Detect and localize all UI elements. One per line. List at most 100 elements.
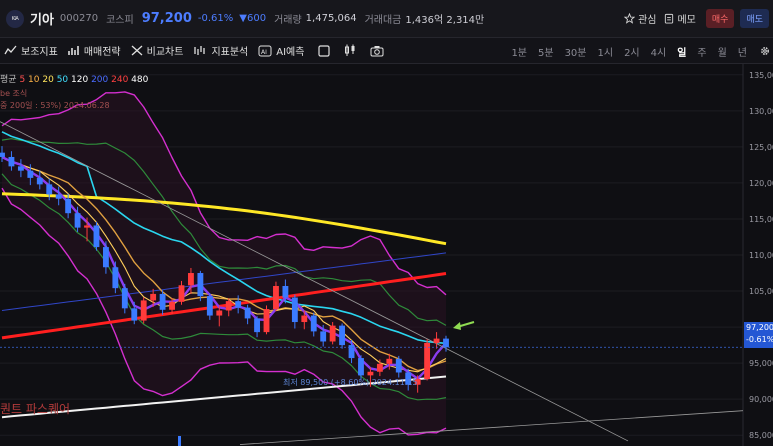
price-arrow-icon — [453, 321, 475, 330]
candle-body — [150, 293, 157, 301]
analysis-menu[interactable]: 지표분석 — [193, 43, 248, 58]
tf-4hour[interactable]: 4시 — [651, 44, 667, 59]
y-axis-label: 120,000 — [749, 179, 773, 188]
candle-body — [206, 296, 213, 316]
memo-label: 메모 — [677, 15, 696, 26]
watch-button[interactable]: 관심 — [624, 11, 656, 26]
ma-legend: 평균 5 10 20 50 120 200 240 480 — [0, 72, 148, 85]
chart-toolbar: 보조지표 매매전략 비교차트 지표분석 AI AI예측 1분 5분 30분 1시… — [0, 38, 773, 64]
y-axis-label: 110,000 — [749, 251, 773, 260]
compare-label: 비교차트 — [146, 47, 184, 58]
analysis-icon — [194, 46, 206, 55]
candle-body — [443, 338, 449, 348]
candle-body — [376, 363, 383, 372]
candle-body — [282, 285, 289, 298]
compare-menu[interactable]: 비교차트 — [131, 43, 184, 58]
ma-legend-label: 평균 — [0, 75, 17, 85]
candle-body — [329, 325, 336, 342]
candle-body — [197, 273, 204, 297]
candle-body — [27, 170, 34, 178]
tf-year[interactable]: 년 — [738, 44, 747, 59]
candle-body — [254, 318, 260, 333]
candle-body — [131, 308, 138, 321]
candle-body — [339, 325, 346, 346]
ma-period-50: 50 — [53, 75, 69, 85]
amount-value: 1,436억 2,314만 — [405, 15, 485, 26]
tf-1hour[interactable]: 1시 — [598, 44, 614, 59]
candle-body — [17, 166, 24, 171]
tf-day[interactable]: 일 — [677, 44, 686, 59]
memo-button[interactable]: 메모 — [664, 11, 696, 26]
square-tool[interactable] — [318, 44, 331, 57]
candle-body — [84, 225, 90, 228]
company-logo: KIA — [6, 9, 24, 28]
candle-body — [102, 247, 109, 268]
candle-body — [46, 184, 53, 195]
screenshot-tool[interactable] — [370, 45, 384, 57]
settings-button[interactable] — [759, 45, 771, 57]
header-actions: 관심 메모 매수 매도 — [616, 9, 769, 28]
strategy-label: 매매전략 — [83, 47, 121, 58]
tf-30min[interactable]: 30분 — [565, 44, 587, 59]
stock-code: 000270 — [59, 13, 99, 24]
price-tag-value: 97,200 — [746, 323, 773, 332]
candlestick-icon — [345, 44, 355, 56]
candle-body — [395, 358, 402, 373]
tf-week[interactable]: 주 — [697, 44, 706, 59]
ai-predict-menu[interactable]: AI AI예측 — [258, 43, 304, 58]
indicator-icon — [4, 45, 17, 55]
candle-body — [140, 300, 147, 321]
candle-tool[interactable] — [344, 44, 356, 57]
y-axis-label: 90,000 — [749, 395, 773, 404]
star-icon — [624, 13, 636, 24]
candle-body — [244, 307, 251, 319]
candle-body — [36, 177, 43, 185]
current-price-tag: 97,200 -0.61% — [744, 322, 773, 348]
candle-body — [93, 225, 100, 248]
low-price-annotation: 최저 89,500 (+8.60%) 2024.11.15 — [283, 378, 418, 387]
candle-body — [320, 331, 327, 342]
stock-name[interactable]: 기아 — [30, 9, 54, 28]
candle-body — [0, 152, 5, 157]
camera-icon — [370, 45, 384, 56]
indicator-legend: be 조식 — [0, 89, 28, 98]
candle-body — [433, 338, 440, 343]
indicator-label: 보조지표 — [21, 47, 58, 58]
chart-canvas[interactable]: 135,000 130,000 125,000 120,000 115,000 110,0… — [0, 64, 773, 446]
candle-body — [424, 342, 431, 379]
memo-icon — [665, 13, 674, 24]
timeframe-selector: 1분 5분 30분 1시 2시 4시 일 주 월 년 — [500, 38, 771, 64]
tf-month[interactable]: 월 — [718, 44, 727, 59]
brand-watermark: 퀀트 파스퀘어 — [0, 402, 71, 416]
indicator-menu[interactable]: 보조지표 — [4, 43, 58, 58]
tf-5min[interactable]: 5분 — [538, 44, 554, 59]
tf-2hour[interactable]: 2시 — [624, 44, 640, 59]
stock-header: KIA 기아 000270 코스피 97,200 -0.61% ▼600 거래량… — [0, 0, 773, 38]
sell-button[interactable]: 매도 — [740, 9, 769, 28]
current-price: 97,200 — [141, 11, 192, 26]
svg-text:AI: AI — [261, 49, 267, 56]
ma-period-10: 10 — [25, 75, 40, 85]
price-chart[interactable]: 135,000 130,000 125,000 120,000 115,000 110,0… — [0, 64, 773, 446]
indicator-legend-detail: 중 200일 : 53%) 2024.06.28 — [0, 101, 110, 110]
candle-body — [65, 198, 72, 214]
candle-body — [188, 273, 194, 286]
ma-period-480: 480 — [128, 75, 149, 85]
candle-body — [358, 358, 364, 376]
strategy-menu[interactable]: 매매전략 — [68, 43, 121, 58]
candle-body — [178, 285, 185, 302]
candle-body — [225, 301, 232, 311]
candle-body — [216, 310, 223, 316]
tf-1min[interactable]: 1분 — [511, 44, 527, 59]
watch-label: 관심 — [638, 15, 657, 26]
candle-body — [169, 301, 175, 310]
candle-body — [273, 285, 279, 310]
change-percent: -0.61% — [197, 13, 234, 24]
candle-body — [74, 213, 81, 228]
volume-bar — [178, 436, 181, 446]
volume-label: 거래량 — [274, 15, 302, 26]
price-tag-pct: -0.61% — [746, 335, 773, 344]
amount-label: 거래대금 — [364, 15, 402, 26]
buy-button[interactable]: 매수 — [705, 9, 735, 28]
market-label: 코스피 — [106, 15, 134, 26]
